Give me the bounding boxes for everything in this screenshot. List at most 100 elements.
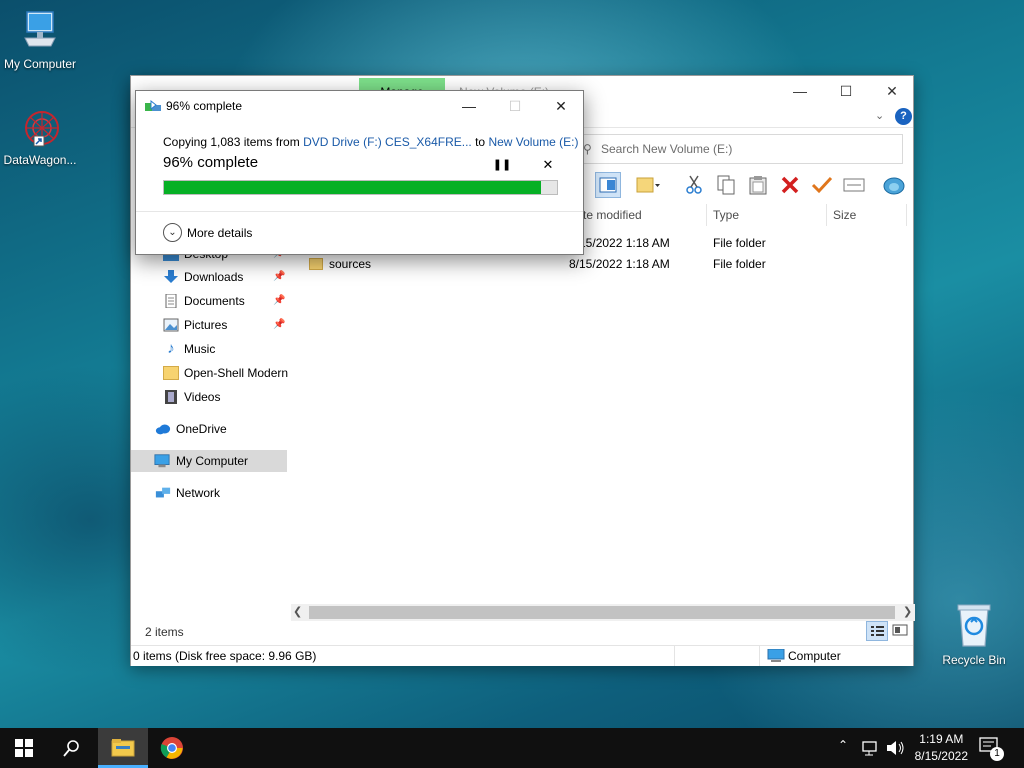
properties-button[interactable] (809, 172, 835, 198)
horizontal-scrollbar[interactable]: ❮ ❯ (291, 604, 915, 621)
nav-item-open-shell[interactable]: Open-Shell Modern (153, 362, 289, 384)
network-status-icon[interactable] (862, 740, 880, 756)
delete-button[interactable] (777, 172, 803, 198)
search-button[interactable] (48, 728, 96, 768)
scroll-left-icon[interactable]: ❮ (293, 604, 302, 621)
desktop-icon-datawagon[interactable]: DataWagon... (0, 108, 80, 167)
status-text: 0 items (Disk free space: 9.96 GB) (133, 649, 317, 663)
clock-time: 1:19 AM (919, 732, 964, 746)
taskbar-chrome[interactable] (148, 728, 196, 768)
nav-item-label: Videos (184, 390, 221, 404)
music-note-icon: ♪ (167, 340, 175, 357)
email-button[interactable] (841, 172, 867, 198)
copy-to-word: to (471, 135, 489, 149)
network-graph-icon (25, 111, 59, 147)
column-header-date-label: te modified (583, 208, 642, 222)
search-icon: ⚲ (583, 142, 592, 156)
dialog-maximize-button: ☐ (492, 91, 538, 121)
tiles-view-icon (892, 624, 908, 636)
nav-item-documents[interactable]: Documents 📌 (153, 290, 287, 312)
download-arrow-icon (164, 270, 178, 283)
cancel-copy-button[interactable]: ✕ (538, 155, 558, 175)
nav-item-my-computer[interactable]: My Computer (131, 450, 287, 472)
column-header-type-label: Type (713, 208, 740, 222)
nav-item-videos[interactable]: Videos (153, 386, 287, 408)
view-options-button[interactable] (635, 172, 661, 198)
nav-item-label: Documents (184, 294, 245, 308)
status-location: Computer (788, 649, 841, 663)
search-icon (63, 740, 79, 757)
destination-link[interactable]: New Volume (E:) (488, 135, 578, 149)
nav-item-onedrive[interactable]: OneDrive (145, 418, 279, 440)
start-button[interactable] (0, 728, 48, 768)
dialog-close-button[interactable]: ✕ (538, 91, 584, 121)
chevron-down-icon[interactable]: ⌄ (875, 109, 884, 122)
minimize-icon: — (793, 83, 807, 99)
notification-center-button[interactable]: 1 (978, 736, 1008, 762)
copy-button[interactable] (713, 172, 739, 198)
copy-icon (717, 175, 735, 195)
volume-icon[interactable] (886, 740, 906, 756)
source-link[interactable]: DVD Drive (F:) CES_X64FRE... (303, 135, 472, 149)
scrollbar-thumb[interactable] (309, 606, 895, 619)
explorer-close-button[interactable]: ✕ (869, 76, 915, 106)
shell-icon (883, 177, 905, 195)
column-header-date[interactable]: te modified (577, 204, 707, 226)
tiles-view-button[interactable] (890, 621, 912, 641)
nav-item-label: OneDrive (176, 422, 227, 436)
row-name: sources (329, 257, 372, 271)
taskbar-file-explorer[interactable] (98, 728, 148, 768)
explorer-minimize-button[interactable]: — (777, 76, 823, 106)
desktop-icon-recycle-bin[interactable]: Recycle Bin (934, 602, 1014, 667)
dialog-minimize-button[interactable]: — (446, 91, 492, 121)
paste-button[interactable] (745, 172, 771, 198)
pin-icon[interactable]: 📌 (273, 314, 285, 336)
nav-item-label: Network (176, 486, 221, 500)
preview-pane-button[interactable] (595, 172, 621, 198)
chevron-up-icon[interactable]: ⌃ (838, 738, 848, 752)
minimize-icon: — (462, 98, 476, 114)
explorer-maximize-button[interactable]: ☐ (823, 76, 869, 106)
desktop-icon-label: My Computer (3, 57, 77, 71)
nav-item-label: My Computer (176, 454, 249, 468)
help-icon[interactable]: ? (895, 108, 912, 125)
system-clock[interactable]: 1:19 AM 8/15/2022 (915, 731, 968, 765)
search-input[interactable]: ⚲ Search New Volume (E:) (578, 134, 903, 164)
dialog-title: 96% complete (166, 99, 243, 113)
nav-item-network[interactable]: Network (145, 482, 279, 504)
nav-item-label: Open-Shell Modern (184, 366, 289, 380)
column-header-type[interactable]: Type (707, 204, 827, 226)
cut-button[interactable] (681, 172, 707, 198)
checkmark-icon (811, 176, 833, 194)
nav-item-pictures[interactable]: Pictures 📌 (153, 314, 287, 336)
envelope-icon (843, 178, 865, 192)
preview-pane-icon (599, 177, 617, 193)
settings-button[interactable] (881, 172, 907, 198)
folder-view-icon (636, 177, 660, 193)
paste-icon (749, 176, 767, 195)
pause-icon: ❚❚ (492, 159, 512, 171)
maximize-icon: ☐ (508, 98, 522, 114)
document-icon (165, 294, 177, 308)
computer-icon (154, 454, 170, 468)
nav-item-music[interactable]: ♪ Music (153, 338, 287, 360)
scroll-right-icon[interactable]: ❯ (903, 604, 912, 621)
status-divider (759, 646, 760, 666)
clock-date: 8/15/2022 (914, 749, 968, 763)
desktop-icon-my-computer[interactable]: My Computer (0, 10, 80, 71)
details-view-button[interactable] (866, 621, 888, 641)
close-icon: ✕ (886, 83, 898, 99)
nav-item-downloads[interactable]: Downloads 📌 (153, 266, 287, 288)
cloud-icon (155, 424, 171, 435)
column-header-size[interactable]: Size (827, 204, 907, 226)
taskbar: ⌃ 1:19 AM 8/15/2022 1 (0, 728, 1024, 768)
pin-icon[interactable]: 📌 (273, 290, 285, 312)
pause-button[interactable]: ❚❚ (492, 155, 512, 175)
windows-logo-icon (15, 739, 33, 757)
classic-toolbar (591, 172, 915, 200)
status-bar: 0 items (Disk free space: 9.96 GB) Compu… (131, 645, 913, 666)
computer-icon (24, 11, 56, 47)
pin-icon[interactable]: 📌 (273, 266, 285, 288)
folder-icon (111, 738, 135, 756)
table-row[interactable]: sources 8/15/2022 1:18 AM File folder (301, 254, 901, 275)
